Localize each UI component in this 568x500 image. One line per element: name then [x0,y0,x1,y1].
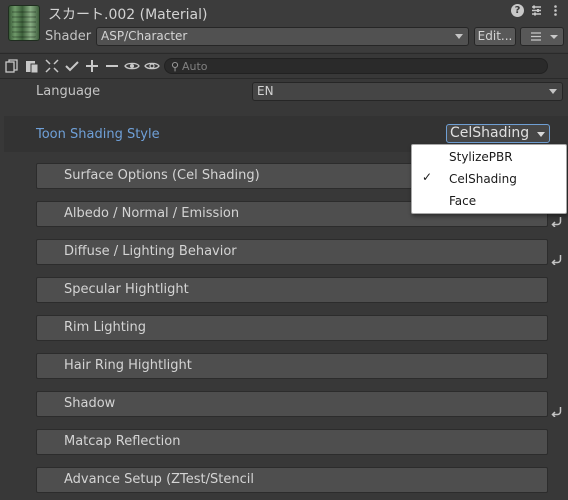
section-label: Matcap Reflection [64,434,181,449]
menu-item-label: Face [449,194,477,208]
section-label: Specular Hightlight [64,282,189,297]
expand-icon[interactable] [44,58,60,74]
chevron-down-icon [537,132,545,137]
search-icon: ⚲ [171,60,180,73]
reset-icon[interactable] [550,403,564,418]
shader-label: Shader [45,29,92,44]
section-label: Hair Ring Hightlight [64,358,192,373]
material-header: スカート.002 (Material) ? Shader ASP/Charact… [0,0,568,52]
material-preview-thumbnail[interactable] [8,5,40,41]
section-advance-setup[interactable]: Advance Setup (ZTest/Stencil [36,467,548,493]
menu-item-celshading[interactable]: ✓ CelShading [412,168,566,190]
paste-icon[interactable] [24,58,40,74]
chevron-down-icon [549,89,557,94]
section-label: Albedo / Normal / Emission [64,206,240,221]
language-value: EN [257,84,274,98]
more-icon[interactable] [549,4,562,17]
section-label: Rim Lighting [64,320,146,335]
toon-shading-label: Toon Shading Style [36,127,160,142]
reset-icon[interactable] [550,213,564,228]
section-hair-ring-highlight[interactable]: Hair Ring Hightlight [36,353,548,379]
section-label: Shadow [64,396,116,411]
section-diffuse-lighting[interactable]: Diffuse / Lighting Behavior [36,239,548,265]
language-dropdown[interactable]: EN [252,82,563,101]
section-rim-lighting[interactable]: Rim Lighting [36,315,548,341]
material-toolbar: ⚲ [0,53,568,79]
shader-list-button[interactable] [520,27,564,46]
material-title: スカート.002 (Material) [48,7,208,23]
preset-icon[interactable] [530,4,543,17]
section-shadow[interactable]: Shadow [36,391,548,417]
search-input[interactable] [182,59,532,73]
menu-item-stylizepbr[interactable]: StylizePBR [412,146,566,168]
chevron-down-icon [550,35,558,39]
check-icon[interactable] [64,58,80,74]
section-matcap-reflection[interactable]: Matcap Reflection [36,429,548,455]
toon-shading-dropdown[interactable]: CelShading [446,124,550,143]
chevron-down-icon [455,34,463,39]
section-label: Surface Options (Cel Shading) [64,168,260,183]
menu-item-label: CelShading [449,172,517,186]
section-specular-highlight[interactable]: Specular Hightlight [36,277,548,303]
copy-icon[interactable] [4,58,20,74]
minus-icon[interactable] [104,58,120,74]
shader-value: ASP/Character [101,29,188,43]
eye-icon[interactable] [124,58,140,74]
list-icon [531,32,541,41]
search-box[interactable]: ⚲ [164,58,548,74]
section-label: Advance Setup (ZTest/Stencil [64,472,254,487]
edit-shader-button[interactable]: Edit... [474,27,516,46]
language-label: Language [36,84,101,99]
menu-item-face[interactable]: Face [412,190,566,212]
help-icon[interactable]: ? [511,4,524,17]
shader-dropdown[interactable]: ASP/Character [96,27,469,46]
plus-icon[interactable] [84,58,100,74]
eye-icon[interactable] [144,58,160,74]
menu-item-label: StylizePBR [449,150,513,164]
header-icon-group: ? [511,4,562,17]
checkmark-icon: ✓ [422,170,433,184]
toon-shading-value: CelShading [450,125,530,141]
toon-style-menu: StylizePBR ✓ CelShading Face [411,144,567,214]
reset-icon[interactable] [550,251,564,266]
section-label: Diffuse / Lighting Behavior [64,244,237,259]
